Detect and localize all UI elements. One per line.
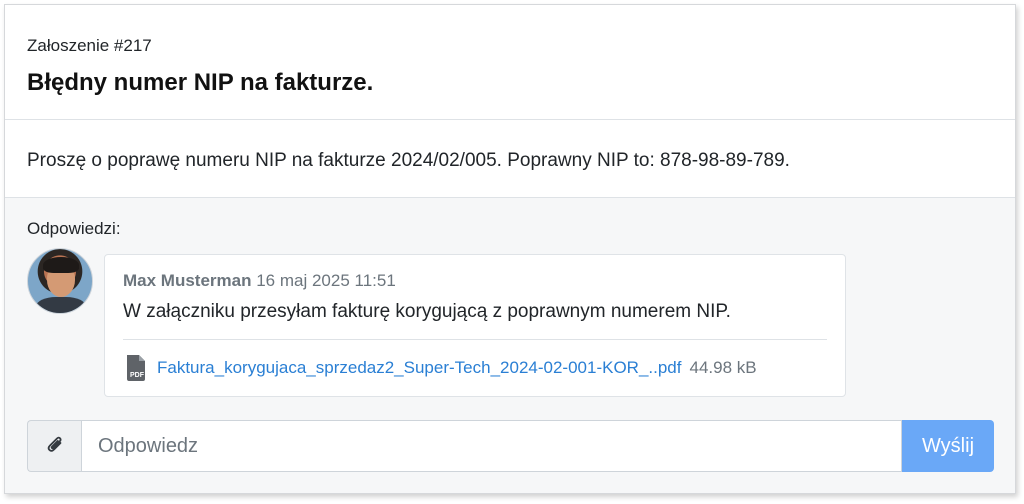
- ticket-number: Załoszenie #217: [27, 36, 152, 55]
- reply-divider: [123, 339, 827, 340]
- reply-author: Max Musterman: [123, 271, 252, 290]
- attachment-size: 44.98 kB: [689, 358, 757, 377]
- avatar: [27, 248, 93, 314]
- reply-date: 16 maj 2025 11:51: [256, 271, 396, 290]
- replies-section: Odpowiedzi: Max Musterman 16 maj 2025 11…: [5, 198, 1015, 493]
- reply-text: W załączniku przesyłam fakturę korygując…: [123, 301, 731, 322]
- attach-file-button[interactable]: [27, 420, 81, 472]
- replies-label: Odpowiedzi:: [27, 219, 121, 238]
- paperclip-icon: [46, 434, 64, 459]
- reply-form: Wyślij: [27, 420, 994, 472]
- ticket-header: Załoszenie #217 Błędny numer NIP na fakt…: [5, 5, 1015, 120]
- ticket-card: Załoszenie #217 Błędny numer NIP na fakt…: [4, 4, 1016, 494]
- ticket-title: Błędny numer NIP na fakturze.: [27, 69, 374, 96]
- attachment-link[interactable]: Faktura_korygujaca_sprzedaz2_Super-Tech_…: [157, 357, 681, 379]
- reply-meta: Max Musterman 16 maj 2025 11:51: [123, 270, 396, 292]
- pdf-file-icon[interactable]: PDF: [125, 355, 147, 381]
- attachment: PDF Faktura_korygujaca_sprzedaz2_Super-T…: [125, 355, 757, 381]
- send-button[interactable]: Wyślij: [902, 420, 994, 472]
- svg-text:PDF: PDF: [130, 372, 145, 379]
- reply-input[interactable]: [81, 420, 902, 472]
- reply-card: Max Musterman 16 maj 2025 11:51 W załącz…: [104, 254, 846, 397]
- ticket-body: Proszę o poprawę numeru NIP na fakturze …: [5, 120, 1015, 198]
